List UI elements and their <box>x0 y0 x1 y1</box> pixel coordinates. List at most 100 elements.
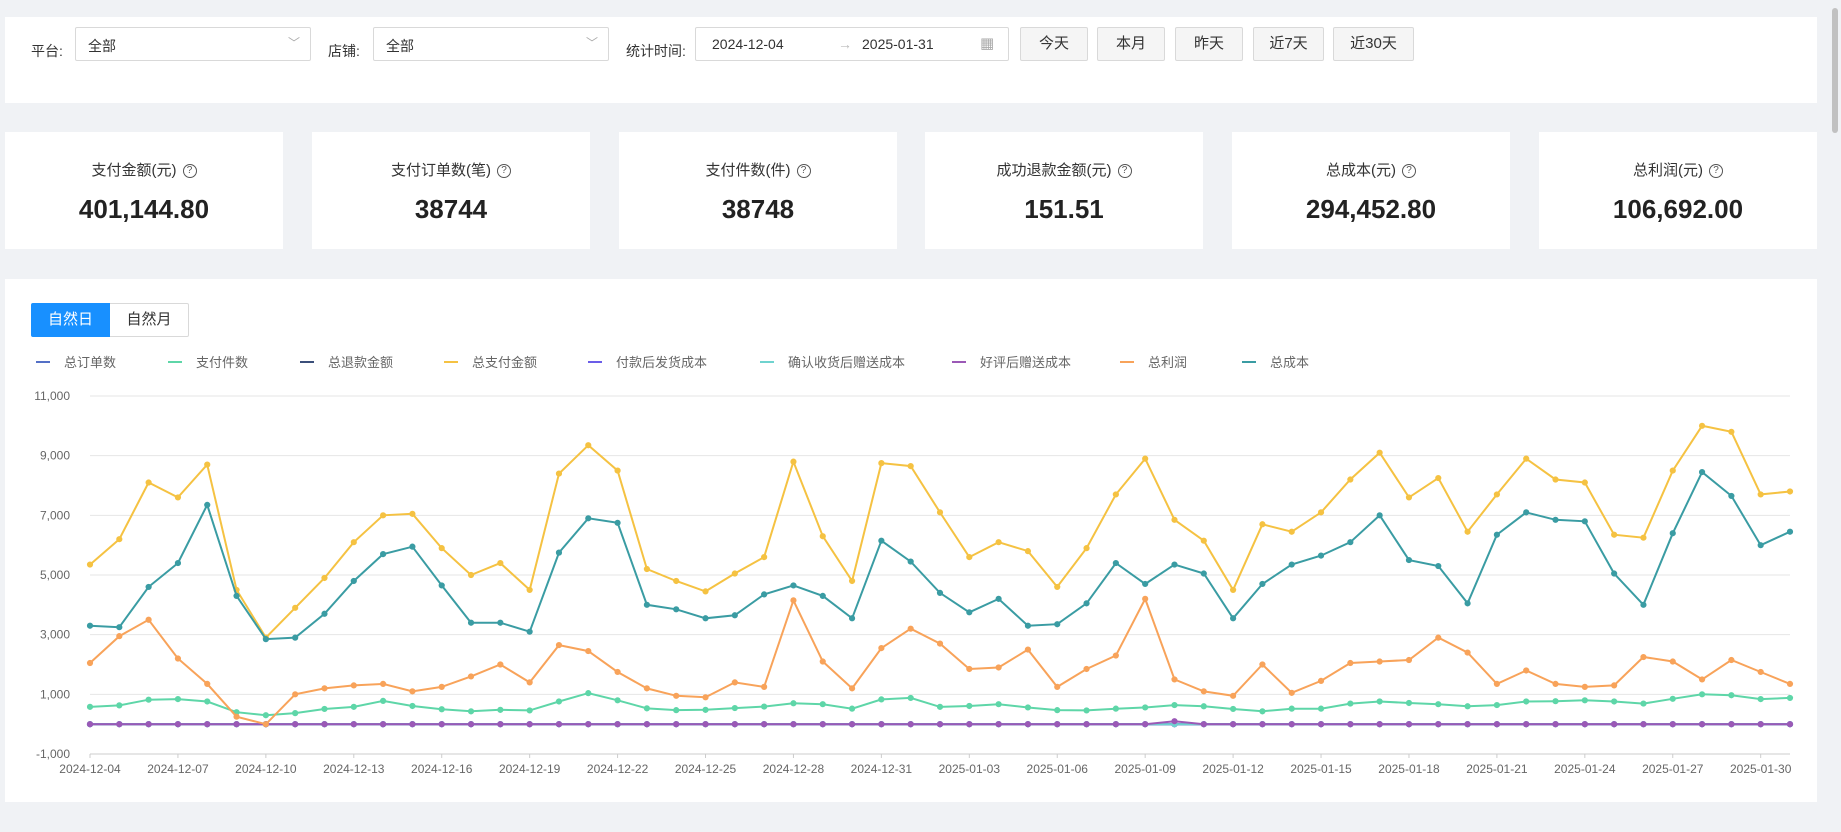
x-tick-label: 2024-12-16 <box>411 762 473 776</box>
data-point <box>174 559 182 567</box>
series-6 <box>86 718 1794 728</box>
data-point <box>878 721 885 728</box>
data-point <box>1523 667 1530 674</box>
data-point <box>1786 528 1794 535</box>
data-point <box>526 721 533 728</box>
data-point <box>907 558 914 565</box>
data-point <box>1493 531 1500 538</box>
data-point <box>526 586 533 594</box>
data-point <box>702 615 709 622</box>
data-point <box>1288 528 1295 535</box>
data-point <box>204 461 211 468</box>
data-point <box>819 592 826 599</box>
data-point <box>1552 698 1559 705</box>
data-point <box>116 721 123 728</box>
data-point <box>1669 530 1676 537</box>
x-tick-label: 2024-12-04 <box>59 762 121 776</box>
data-point <box>1112 652 1119 659</box>
data-point <box>819 701 826 708</box>
x-tick-label: 2024-12-13 <box>323 762 385 776</box>
data-point <box>673 577 680 585</box>
data-point <box>438 706 445 713</box>
data-point <box>966 554 973 561</box>
data-point <box>1523 455 1530 462</box>
data-point <box>467 571 475 579</box>
data-point <box>1083 665 1090 673</box>
data-point <box>204 501 211 508</box>
data-point <box>1083 707 1090 714</box>
data-point <box>878 696 885 703</box>
data-point <box>1581 479 1588 486</box>
data-point <box>380 680 387 687</box>
scrollbar[interactable] <box>1827 0 1841 832</box>
scrollbar-thumb[interactable] <box>1832 8 1838 133</box>
x-tick-label: 2024-12-31 <box>851 762 913 776</box>
data-point <box>467 708 475 715</box>
data-point <box>350 703 357 710</box>
data-point <box>1288 705 1295 712</box>
data-point <box>1230 721 1237 728</box>
data-point <box>761 554 768 561</box>
data-point <box>848 721 856 728</box>
data-point <box>1376 449 1383 456</box>
data-point <box>145 583 152 591</box>
data-point <box>1640 721 1647 728</box>
data-point <box>1142 704 1149 711</box>
data-point <box>1112 721 1119 728</box>
data-point <box>643 565 650 573</box>
data-point <box>614 697 621 704</box>
data-point <box>1464 649 1471 656</box>
data-point <box>1112 491 1119 498</box>
data-point <box>1024 704 1032 711</box>
data-point <box>438 721 445 728</box>
y-tick-label: 7,000 <box>40 508 70 522</box>
data-point <box>731 570 738 577</box>
data-point <box>497 661 504 668</box>
data-point <box>819 658 826 665</box>
data-point <box>1259 721 1266 728</box>
data-point <box>1493 701 1500 709</box>
data-point <box>262 636 269 643</box>
data-point <box>555 470 563 477</box>
data-point <box>673 606 680 613</box>
data-point <box>350 577 357 585</box>
data-point <box>1230 586 1237 594</box>
data-point <box>1347 476 1354 483</box>
data-point <box>1493 680 1500 687</box>
data-point <box>1376 721 1383 728</box>
y-tick-label: 11,000 <box>34 389 70 403</box>
data-point <box>438 545 445 552</box>
data-point <box>292 604 299 611</box>
data-point <box>1611 531 1618 538</box>
data-point <box>409 543 416 550</box>
data-point <box>1259 521 1266 528</box>
data-point <box>497 721 504 728</box>
data-point <box>1259 708 1266 715</box>
data-point <box>1581 721 1588 728</box>
data-point <box>145 479 152 486</box>
data-point <box>86 721 94 728</box>
data-point <box>1083 545 1090 552</box>
data-point <box>233 721 240 728</box>
data-point <box>966 721 973 728</box>
data-point <box>380 551 387 558</box>
data-point <box>878 644 885 652</box>
x-tick-label: 2025-01-12 <box>1202 762 1264 776</box>
data-point <box>673 692 680 699</box>
data-point <box>1698 468 1706 476</box>
data-point <box>1230 615 1237 622</box>
data-point <box>116 633 123 640</box>
data-point <box>995 721 1002 728</box>
x-tick-label: 2025-01-09 <box>1114 762 1176 776</box>
data-point <box>585 690 592 697</box>
data-point <box>790 597 797 604</box>
data-point <box>526 679 533 686</box>
data-point <box>848 705 856 712</box>
data-point <box>907 721 914 728</box>
data-point <box>467 673 475 680</box>
data-point <box>174 494 182 501</box>
data-point <box>262 712 269 719</box>
data-point <box>1347 659 1354 667</box>
data-point <box>145 721 152 728</box>
data-point <box>1405 494 1413 501</box>
